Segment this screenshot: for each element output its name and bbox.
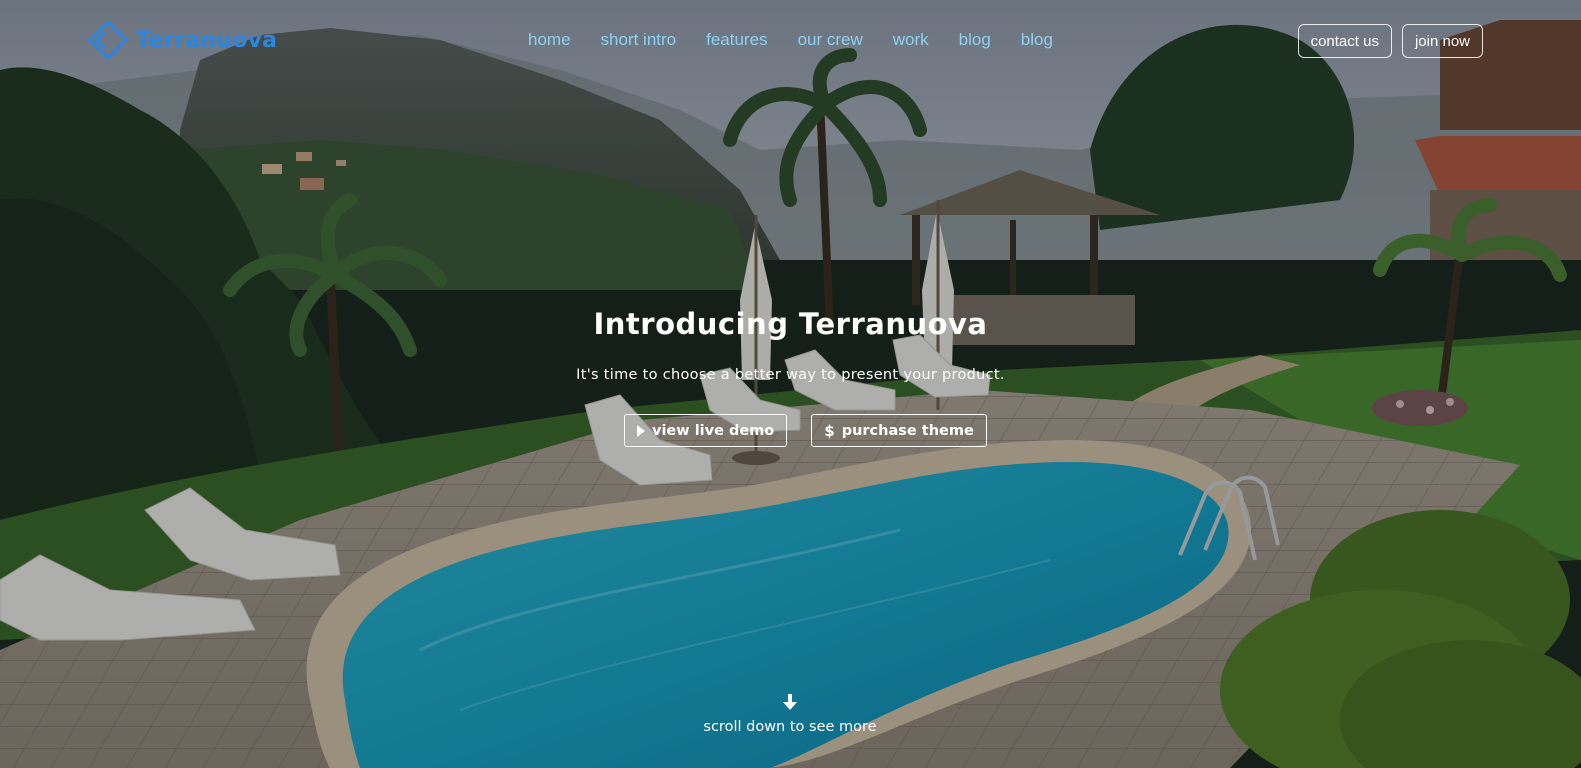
site-header: Terranuova home short intro features our… [0, 0, 1581, 82]
main-nav: home short intro features our crew work … [528, 30, 1053, 50]
hero-title: Introducing Terranuova [593, 307, 988, 341]
hero-cta-group: view live demo $ purchase theme [624, 414, 987, 447]
nav-item-blog-2: blog [1021, 30, 1053, 50]
nav-link-short-intro[interactable]: short intro [601, 30, 677, 49]
play-icon [637, 424, 645, 437]
nav-item-work: work [893, 30, 929, 50]
join-now-button[interactable]: join now [1401, 24, 1483, 58]
nav-link-work[interactable]: work [893, 30, 929, 49]
nav-link-home[interactable]: home [528, 30, 571, 49]
scroll-down-label: scroll down to see more [703, 719, 877, 735]
nav-item-short-intro: short intro [601, 30, 677, 50]
header-actions: contact us join now [1297, 24, 1483, 58]
nav-item-our-crew: our crew [798, 30, 863, 50]
nav-item-blog: blog [959, 30, 991, 50]
diamond-chevron-icon [87, 20, 129, 60]
scroll-down-link[interactable]: scroll down to see more [690, 694, 890, 735]
view-live-demo-label: view live demo [652, 422, 775, 439]
hero-dim-overlay [0, 0, 1581, 768]
arrow-down-icon [783, 694, 797, 710]
nav-item-features: features [706, 30, 767, 50]
nav-link-our-crew[interactable]: our crew [798, 30, 863, 49]
nav-item-home: home [528, 30, 571, 50]
purchase-theme-label: purchase theme [841, 422, 974, 439]
purchase-theme-button[interactable]: $ purchase theme [811, 414, 987, 447]
contact-us-button[interactable]: contact us [1297, 24, 1392, 58]
nav-link-features[interactable]: features [706, 30, 767, 49]
view-live-demo-button[interactable]: view live demo [624, 414, 788, 447]
dollar-icon: $ [824, 421, 835, 440]
brand-name: Terranuova [136, 27, 278, 53]
nav-link-blog-2[interactable]: blog [1021, 30, 1053, 49]
hero-background [0, 0, 1581, 768]
hero-subtitle: It's time to choose a better way to pres… [576, 367, 1005, 383]
brand-logo-link[interactable]: Terranuova [86, 20, 277, 60]
nav-link-blog[interactable]: blog [959, 30, 991, 49]
